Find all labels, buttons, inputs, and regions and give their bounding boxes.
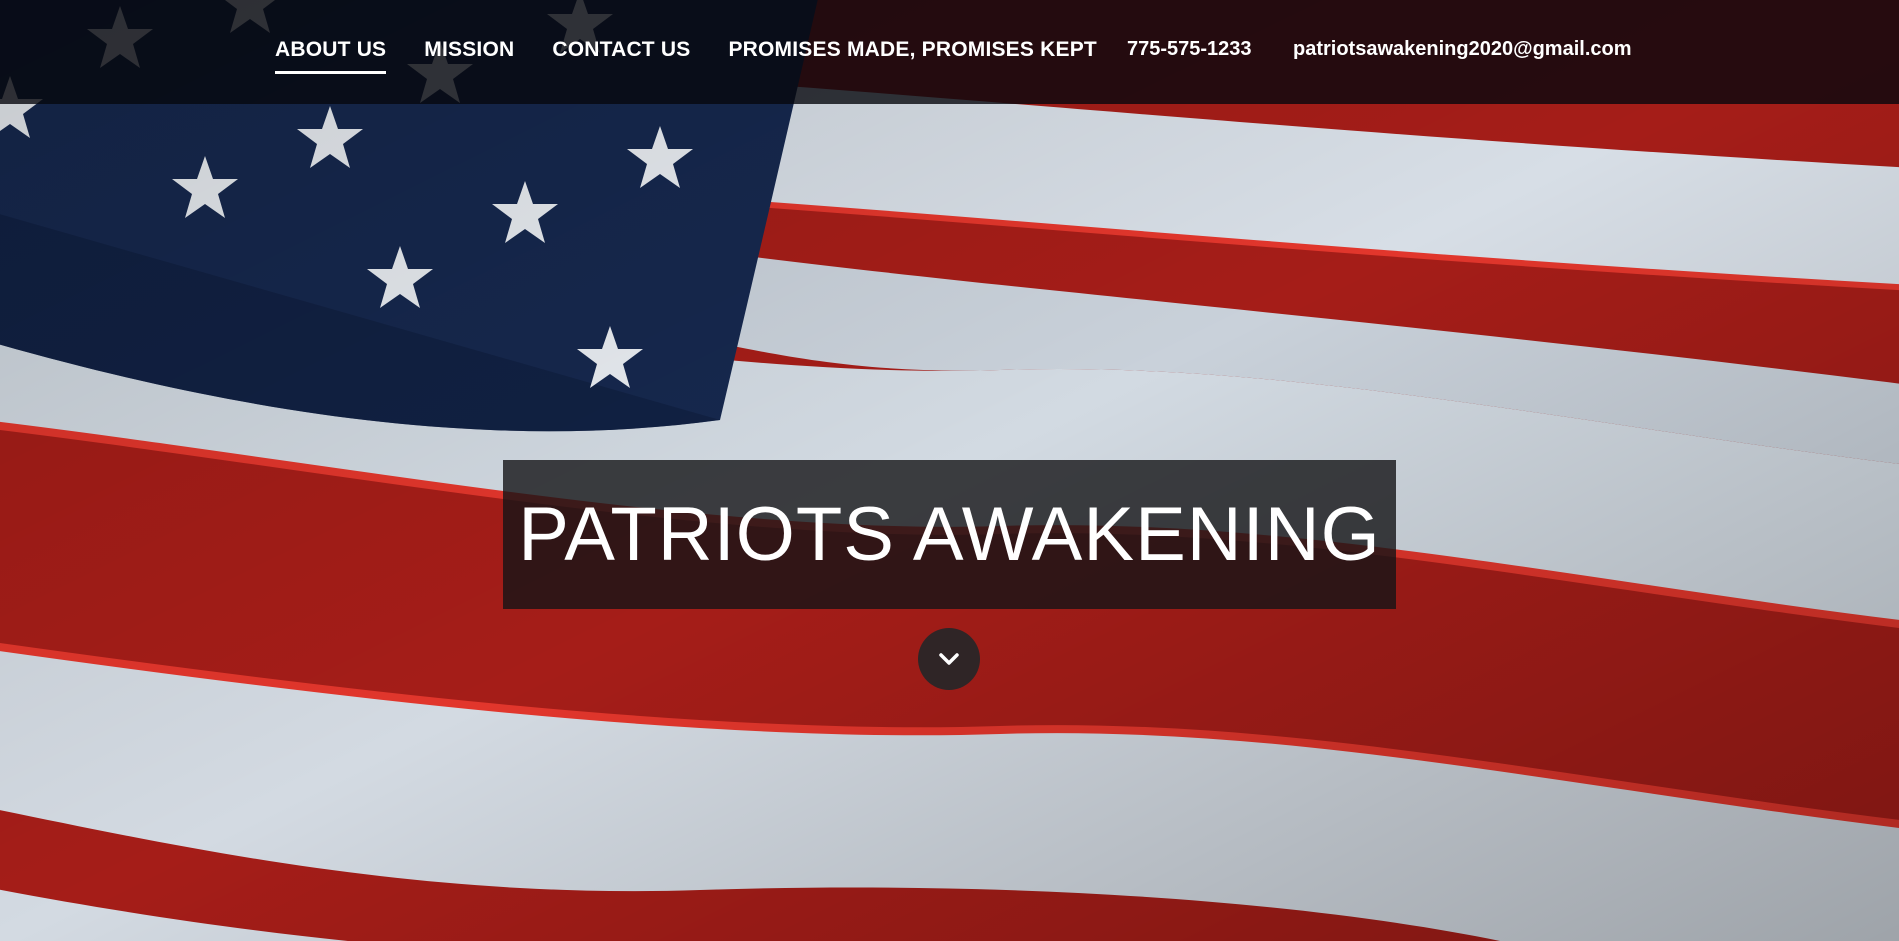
- email-link[interactable]: patriotsawakening2020@gmail.com: [1293, 38, 1632, 61]
- top-navigation-bar: ABOUT US MISSION CONTACT US PROMISES MAD…: [0, 0, 1899, 104]
- main-nav: ABOUT US MISSION CONTACT US PROMISES MAD…: [275, 38, 1135, 74]
- scroll-down-button[interactable]: [918, 628, 980, 690]
- nav-item-contact-us[interactable]: CONTACT US: [552, 38, 690, 71]
- nav-item-mission[interactable]: MISSION: [424, 38, 514, 71]
- hero-title-box: PATRIOTS AWAKENING: [503, 460, 1396, 609]
- nav-item-promises-made-promises-kept[interactable]: PROMISES MADE, PROMISES KEPT: [728, 38, 1097, 71]
- chevron-down-icon: [939, 653, 959, 665]
- phone-number-link[interactable]: 775-575-1233: [1127, 38, 1252, 61]
- nav-item-about-us[interactable]: ABOUT US: [275, 38, 387, 74]
- page-title: PATRIOTS AWAKENING: [518, 492, 1381, 577]
